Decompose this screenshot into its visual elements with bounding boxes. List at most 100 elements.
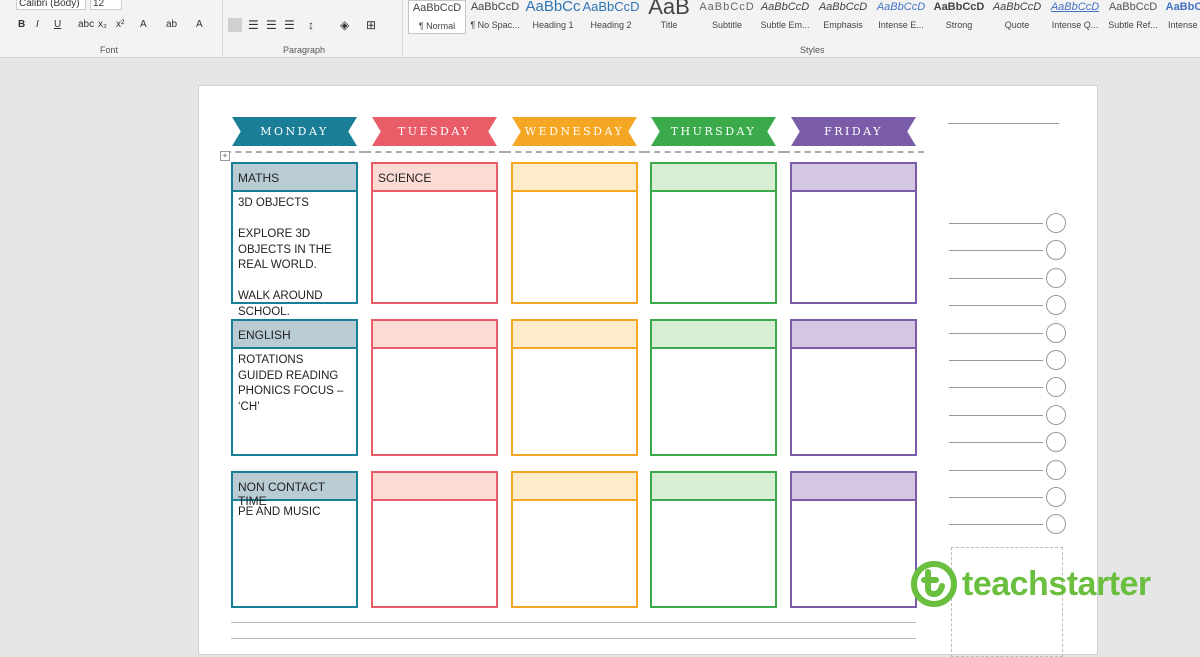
style-heading-1[interactable]: AaBbCc Heading 1 (524, 0, 582, 34)
style-heading-2[interactable]: AaBbCcD Heading 2 (582, 0, 640, 34)
lesson-notes[interactable] (652, 349, 775, 357)
lesson-notes[interactable] (513, 349, 636, 357)
style-name: Emphasis (823, 20, 863, 30)
checkbox-circle-icon[interactable] (1046, 322, 1066, 343)
lesson-title[interactable]: NON CONTACT TIME (233, 473, 356, 508)
lesson-notes[interactable]: PE AND MUSIC (233, 501, 356, 525)
dashed-divider (505, 151, 645, 153)
style-strong[interactable]: AaBbCcD Strong (930, 0, 988, 34)
style-subtitle[interactable]: AaBbCcD Subtitle (698, 0, 756, 34)
style-emphasis[interactable]: AaBbCcD Emphasis (814, 0, 872, 34)
lesson-title[interactable] (792, 164, 915, 192)
lesson-notes[interactable] (792, 349, 915, 357)
lesson-notes[interactable] (652, 501, 775, 509)
lesson-cell[interactable]: ENGLISH ROTATIONS GUIDED READING PHONICS … (231, 319, 358, 456)
lesson-title[interactable] (792, 321, 915, 349)
lesson-title[interactable] (652, 473, 775, 501)
font-button-3[interactable]: abc (78, 19, 94, 30)
style-name: Heading 2 (590, 20, 632, 30)
style-intense-e-[interactable]: AaBbCcD Intense E... (872, 0, 930, 34)
checklist-line (949, 223, 1043, 224)
table-move-handle-icon[interactable]: + (220, 151, 230, 161)
lesson-cell[interactable] (650, 471, 777, 608)
ribbon: Calibri (Body) 12 B I Uabc x₂ x² Aab A ☰ ☰ ☰ ↕… (0, 0, 1200, 58)
lesson-title[interactable] (652, 321, 775, 349)
font-size-select[interactable]: 12 (90, 0, 122, 10)
checkbox-circle-icon[interactable] (1046, 350, 1066, 370)
lesson-cell[interactable] (790, 162, 917, 304)
lesson-cell[interactable] (511, 471, 638, 608)
style-name: Title (660, 20, 678, 30)
lesson-title[interactable]: ENGLISH (233, 321, 356, 349)
lesson-notes[interactable] (792, 192, 915, 200)
style--normal[interactable]: AaBbCcD ¶ Normal (408, 0, 466, 34)
lesson-cell[interactable]: MATHS 3D OBJECTS EXPLORE 3D OBJECTS IN TH… (231, 162, 358, 318)
lesson-cell[interactable]: SCIENCE (371, 162, 498, 304)
align-right-button[interactable]: ☰ (266, 18, 277, 32)
lesson-title[interactable]: SCIENCE (373, 164, 496, 192)
style-intense-q-[interactable]: AaBbCcD Intense Q... (1046, 0, 1104, 34)
checkbox-circle-icon[interactable] (1046, 487, 1066, 507)
lesson-cell[interactable] (511, 319, 638, 456)
lesson-cell[interactable] (650, 162, 777, 304)
lesson-title[interactable] (513, 321, 636, 349)
font-name-select[interactable]: Calibri (Body) (16, 0, 86, 10)
lesson-notes[interactable]: 3D OBJECTS EXPLORE 3D OBJECTS IN THE REA… (233, 192, 356, 324)
line-spacing-button[interactable]: ↕ (308, 18, 314, 32)
lesson-notes[interactable] (513, 501, 636, 509)
lesson-cell[interactable] (371, 319, 498, 456)
lesson-title[interactable] (373, 473, 496, 501)
borders-icon[interactable]: ⊞ (366, 18, 376, 32)
lesson-notes[interactable] (792, 501, 915, 509)
style-title[interactable]: AaB Title (640, 0, 698, 34)
style--no-spac-[interactable]: AaBbCcD ¶ No Spac... (466, 0, 524, 34)
style-name: ¶ No Spac... (470, 20, 520, 30)
font-button-0[interactable]: B (18, 19, 25, 30)
lesson-notes[interactable] (373, 501, 496, 509)
shading-icon[interactable]: ◈ (340, 18, 349, 32)
lesson-title[interactable] (513, 473, 636, 501)
lesson-cell[interactable]: NON CONTACT TIME PE AND MUSIC (231, 471, 358, 608)
lesson-cell[interactable] (650, 319, 777, 456)
font-button-1[interactable]: I (36, 19, 39, 30)
style-subtle-ref-[interactable]: AaBbCcD Subtle Ref... (1104, 0, 1162, 34)
style-subtle-em-[interactable]: AaBbCcD Subtle Em... (756, 0, 814, 34)
lesson-cell[interactable] (790, 319, 917, 456)
style-preview: AaBbCcD (412, 2, 462, 14)
lesson-title[interactable]: MATHS (233, 164, 356, 192)
lesson-notes[interactable] (513, 192, 636, 200)
teachstarter-logo: teachstarter (910, 560, 1151, 608)
style-quote[interactable]: AaBbCcD Quote (988, 0, 1046, 34)
checkbox-circle-icon[interactable] (1046, 213, 1066, 233)
lesson-notes[interactable] (373, 349, 496, 357)
style-preview: AaBbCcD (1050, 1, 1100, 13)
lesson-notes[interactable] (373, 192, 496, 200)
lesson-notes[interactable]: ROTATIONS GUIDED READING PHONICS FOCUS –… (233, 349, 356, 419)
font-button-7[interactable]: ab (166, 19, 177, 30)
lesson-title[interactable] (792, 473, 915, 501)
font-button-5[interactable]: x² (116, 19, 124, 30)
checkbox-circle-icon[interactable] (1046, 267, 1066, 288)
font-button-8[interactable]: A (196, 19, 203, 30)
justify-button[interactable]: ☰ (284, 18, 295, 32)
align-left-button[interactable] (228, 18, 242, 32)
lesson-title[interactable] (652, 164, 775, 192)
day-banner-monday: MONDAY (232, 117, 357, 146)
lesson-cell[interactable] (511, 162, 638, 304)
checklist-line (949, 524, 1043, 526)
lesson-title[interactable] (513, 164, 636, 192)
font-button-6[interactable]: A (140, 19, 147, 30)
style-intense-r-[interactable]: AaBbCcD Intense R... (1162, 0, 1200, 34)
font-button-2[interactable]: U (54, 19, 61, 30)
lesson-cell[interactable] (371, 471, 498, 608)
checkbox-circle-icon[interactable] (1046, 459, 1066, 480)
lesson-title[interactable] (373, 321, 496, 349)
lesson-notes[interactable] (652, 192, 775, 200)
font-button-4[interactable]: x₂ (98, 19, 107, 30)
lesson-cell[interactable] (790, 471, 917, 608)
style-preview: AaBbCcD (582, 0, 640, 14)
checklist-line (949, 305, 1043, 307)
align-center-button[interactable]: ☰ (248, 18, 259, 32)
checkbox-circle-icon[interactable] (1046, 404, 1066, 425)
group-label-styles: Styles (800, 45, 825, 55)
